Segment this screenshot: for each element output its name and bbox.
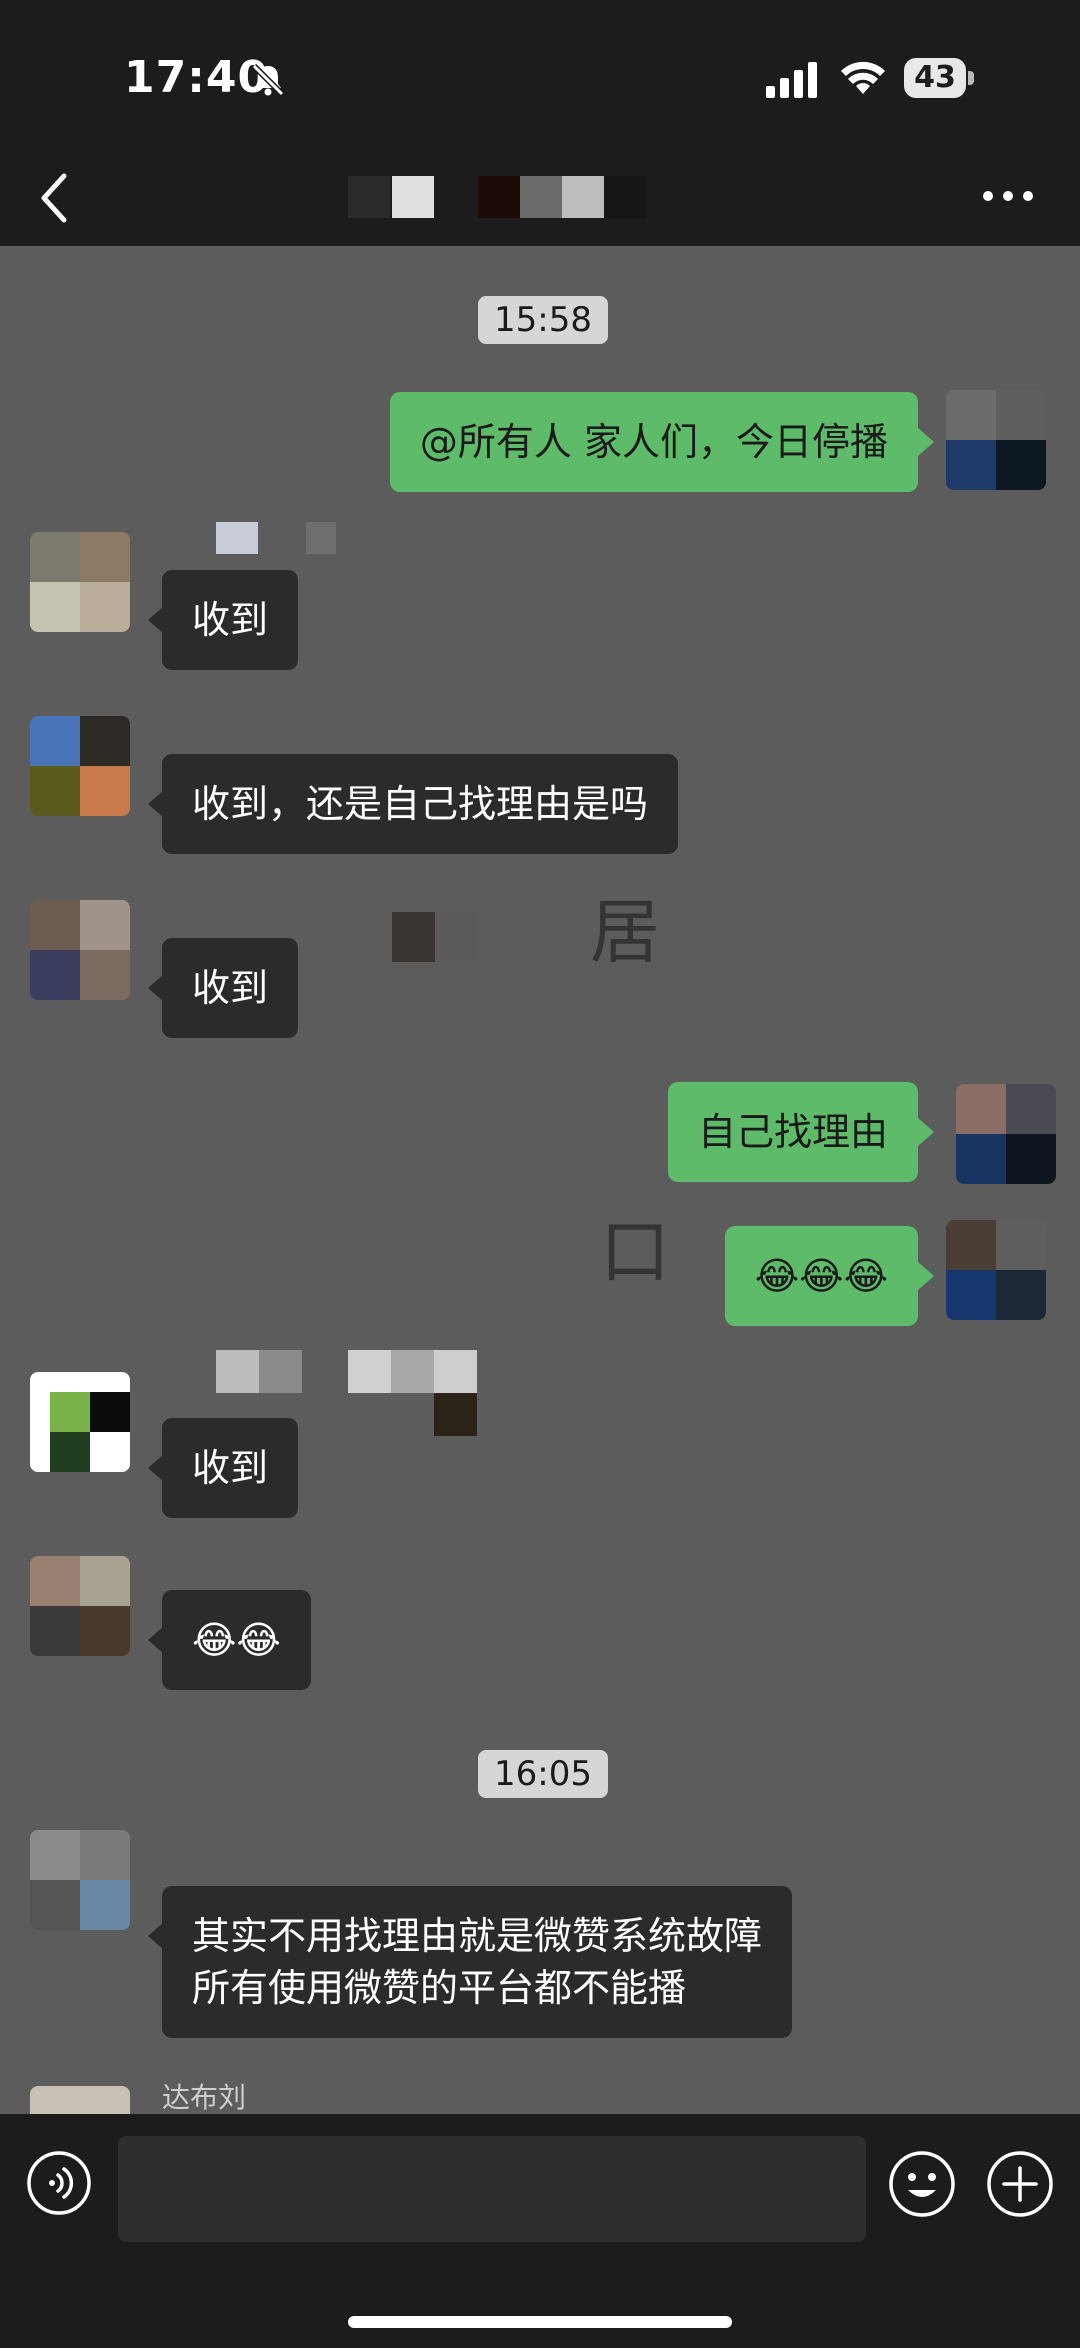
message-bubble-incoming[interactable]: 😂😂 — [162, 1590, 311, 1690]
bubble-tail — [148, 606, 164, 634]
message-input[interactable] — [118, 2136, 866, 2242]
battery-level: 43 — [914, 60, 956, 95]
bubble-tail — [148, 1626, 164, 1654]
bubble-tail — [918, 428, 934, 456]
title-mosaic — [348, 176, 658, 218]
sender-name-mosaic — [216, 522, 336, 554]
message-bubble-outgoing[interactable]: 自己找理由 — [667, 1082, 918, 1182]
bubble-tail — [148, 1922, 164, 1950]
timestamp: 16:05 — [478, 1750, 608, 1798]
bubble-tail — [148, 790, 164, 818]
message-bubble-incoming[interactable]: 收到 — [162, 1418, 299, 1518]
emoji-icon[interactable] — [888, 2150, 956, 2218]
bell-slash-icon — [251, 63, 285, 97]
bubble-tail — [918, 1118, 934, 1146]
message-bubble-incoming[interactable]: 收到 — [162, 570, 299, 670]
message-bubble-incoming[interactable]: 收到，还是自己找理由是吗 — [162, 754, 679, 854]
sender-name-mosaic — [392, 912, 478, 962]
more-dots-icon[interactable] — [982, 188, 1034, 204]
wifi-icon — [841, 61, 885, 94]
avatar[interactable] — [946, 390, 1046, 490]
message-bubble-outgoing[interactable]: 😂😂😂 — [724, 1226, 918, 1326]
back-chevron-icon[interactable] — [34, 168, 74, 228]
message-line: 其实不用找理由就是微赞系统故障 — [192, 1914, 763, 1958]
battery-icon: 43 — [904, 58, 976, 100]
status-time: 17:40 — [124, 52, 270, 103]
home-indicator — [348, 2316, 732, 2328]
bubble-tail — [148, 974, 164, 1002]
message-bubble-outgoing[interactable]: @所有人 家人们，今日停播 — [389, 392, 918, 492]
avatar[interactable] — [30, 1556, 130, 1656]
plus-icon[interactable] — [986, 2150, 1054, 2218]
avatar[interactable] — [30, 2086, 130, 2114]
avatar[interactable] — [956, 1084, 1056, 1184]
avatar[interactable] — [30, 900, 130, 1000]
sender-name: 达布刘 — [162, 2081, 247, 2114]
signal-icon — [766, 62, 817, 98]
background-decoration: 居 — [590, 891, 660, 973]
avatar[interactable] — [30, 716, 130, 816]
background-decoration: 口 — [600, 1211, 670, 1293]
voice-icon[interactable] — [26, 2150, 92, 2216]
message-bubble-incoming[interactable]: 其实不用找理由就是微赞系统故障 所有使用微赞的平台都不能播 — [162, 1886, 793, 2038]
bubble-tail — [918, 1262, 934, 1290]
message-bubble-incoming[interactable]: 收到 — [162, 938, 299, 1038]
timestamp: 15:58 — [478, 296, 608, 344]
avatar[interactable] — [30, 532, 130, 632]
bubble-tail — [148, 1454, 164, 1482]
avatar[interactable] — [30, 1372, 130, 1472]
chat-area[interactable]: 居 口 15:58 @所有人 家人们，今日停播 收到 收到，还是自己找理由是吗 — [0, 246, 1080, 2114]
message-line: 所有使用微赞的平台都不能播 — [192, 1966, 687, 2010]
avatar[interactable] — [30, 1830, 130, 1930]
avatar[interactable] — [946, 1220, 1046, 1320]
